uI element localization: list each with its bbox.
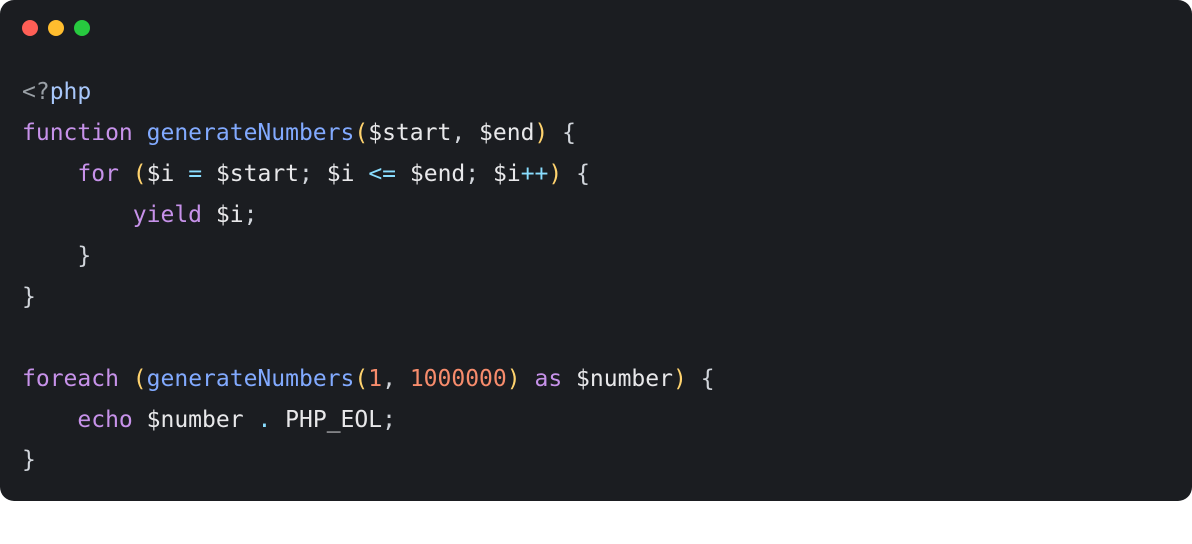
variable: $start — [368, 120, 451, 146]
comma: , — [382, 366, 396, 392]
code-line: echo $number . PHP_EOL; — [22, 407, 396, 433]
paren: ( — [133, 366, 147, 392]
keyword-function: function — [22, 120, 133, 146]
code-area: <?php function generateNumbers($start, $… — [0, 46, 1192, 481]
variable: $number — [147, 407, 244, 433]
brace: { — [562, 120, 576, 146]
variable: $start — [216, 161, 299, 187]
space — [313, 161, 327, 187]
operator: . — [257, 407, 271, 433]
space — [119, 161, 133, 187]
brace: } — [77, 243, 91, 269]
brace: } — [22, 284, 36, 310]
indent — [22, 243, 77, 269]
code-line: <?php — [22, 79, 91, 105]
paren: ) — [548, 161, 562, 187]
comma: , — [451, 120, 465, 146]
keyword-for: for — [77, 161, 119, 187]
brace: } — [22, 447, 36, 473]
brace: { — [701, 366, 715, 392]
semicolon: ; — [465, 161, 479, 187]
space — [562, 161, 576, 187]
space — [133, 407, 147, 433]
function-name: generateNumbers — [147, 120, 355, 146]
php-open-tag: <? — [22, 79, 50, 105]
code-line: } — [22, 243, 91, 269]
keyword-yield: yield — [133, 202, 202, 228]
paren: ( — [354, 120, 368, 146]
code-line: function generateNumbers($start, $end) { — [22, 120, 576, 146]
variable: $i — [147, 161, 175, 187]
minimize-icon[interactable] — [48, 20, 64, 36]
close-icon[interactable] — [22, 20, 38, 36]
indent — [22, 202, 133, 228]
keyword-echo: echo — [77, 407, 132, 433]
variable: $number — [576, 366, 673, 392]
space — [119, 366, 133, 392]
space — [174, 161, 188, 187]
variable: $end — [410, 161, 465, 187]
paren: ( — [133, 161, 147, 187]
paren: ) — [507, 366, 521, 392]
paren: ) — [534, 120, 548, 146]
space — [396, 366, 410, 392]
space — [548, 120, 562, 146]
paren: ) — [673, 366, 687, 392]
code-line: } — [22, 284, 36, 310]
number: 1000000 — [410, 366, 507, 392]
variable: $end — [479, 120, 534, 146]
variable: $i — [493, 161, 521, 187]
php-tag-name: php — [50, 79, 92, 105]
space — [271, 407, 285, 433]
operator: <= — [368, 161, 396, 187]
indent — [22, 407, 77, 433]
code-line: yield $i; — [22, 202, 257, 228]
variable: $i — [216, 202, 244, 228]
space — [562, 366, 576, 392]
space — [396, 161, 410, 187]
window-titlebar — [0, 0, 1192, 46]
code-editor-window: <?php function generateNumbers($start, $… — [0, 0, 1192, 501]
code-line: foreach (generateNumbers(1, 1000000) as … — [22, 366, 715, 392]
space — [202, 161, 216, 187]
paren: ( — [354, 366, 368, 392]
indent — [22, 161, 77, 187]
space — [244, 407, 258, 433]
code-line: for ($i = $start; $i <= $end; $i++) { — [22, 161, 590, 187]
variable: $i — [327, 161, 355, 187]
brace: { — [576, 161, 590, 187]
constant: PHP_EOL — [285, 407, 382, 433]
semicolon: ; — [244, 202, 258, 228]
operator: ++ — [521, 161, 549, 187]
keyword-foreach: foreach — [22, 366, 119, 392]
space — [687, 366, 701, 392]
code-line: } — [22, 447, 36, 473]
operator: = — [188, 161, 202, 187]
maximize-icon[interactable] — [74, 20, 90, 36]
space — [479, 161, 493, 187]
space — [465, 120, 479, 146]
semicolon: ; — [299, 161, 313, 187]
keyword-as: as — [534, 366, 562, 392]
semicolon: ; — [382, 407, 396, 433]
number: 1 — [368, 366, 382, 392]
space — [354, 161, 368, 187]
space — [202, 202, 216, 228]
space — [521, 366, 535, 392]
function-call: generateNumbers — [147, 366, 355, 392]
